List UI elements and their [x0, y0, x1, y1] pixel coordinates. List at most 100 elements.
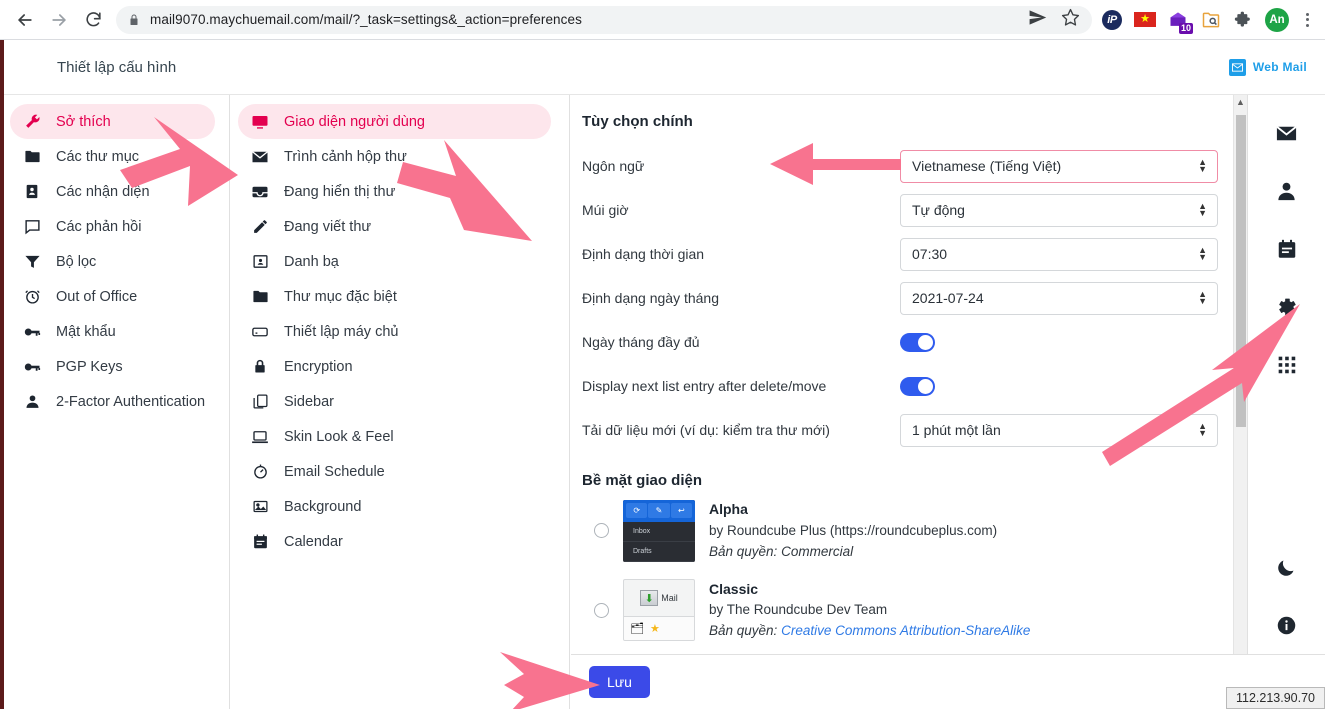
section-item-background[interactable]: Background [238, 489, 551, 524]
section-item-calendar[interactable]: Calendar [238, 524, 551, 559]
save-button[interactable]: Lưu [589, 666, 650, 698]
time-format-select[interactable]: 07:30 ▲ ▼ [900, 237, 1218, 271]
rail-item-mail[interactable] [1265, 111, 1309, 155]
section-item-label: Danh bạ [284, 253, 339, 270]
rail-item-contacts[interactable] [1265, 169, 1309, 213]
section-item-danh-ba[interactable]: Danh bạ [238, 244, 551, 279]
copy-panels-icon [250, 392, 270, 412]
avatar[interactable]: An [1265, 7, 1289, 32]
sidebar-item-mat-khau[interactable]: Mật khẩu [10, 314, 215, 349]
pretty-date-toggle[interactable] [900, 332, 935, 352]
skin-license: Bản quyền: Creative Commons Attribution-… [709, 623, 1031, 639]
skin-option-classic[interactable]: Mail 🗂★ Classic by The Roundcube Dev Tea… [582, 579, 1233, 643]
skin-radio[interactable] [594, 523, 609, 539]
section-item-label: Sidebar [284, 393, 334, 410]
skin-license-link[interactable]: Creative Commons Attribution-ShareAlike [781, 623, 1030, 638]
gear-icon [1279, 298, 1296, 315]
calendar-icon [250, 532, 270, 552]
forward-button[interactable] [42, 3, 76, 37]
chevron-updown-icon: ▲ ▼ [1198, 289, 1207, 306]
key-icon [22, 357, 42, 377]
section-item-giao-dien-nguoi-dung[interactable]: Giao diện người dùng [238, 104, 551, 139]
alpha-skin-thumbnail: ⟳ ✎ ↩ Inbox Drafts [623, 499, 695, 562]
sidebar-item-cac-phan-hoi[interactable]: Các phản hồi [10, 209, 215, 244]
section-item-dang-hien-thi-thu[interactable]: Đang hiển thị thư [238, 174, 551, 209]
rail-item-apps[interactable] [1265, 343, 1309, 387]
kebab-menu-icon[interactable] [1295, 12, 1319, 27]
server-icon [250, 322, 270, 342]
app-header: Thiết lập cấu hình Web Mail [4, 40, 1325, 95]
puzzle-extensions-icon[interactable] [1232, 8, 1256, 32]
language-select[interactable]: Vietnamese (Tiếng Việt) ▲ ▼ [900, 149, 1218, 183]
section-item-trinh-canh-hop-thu[interactable]: Trình cảnh hộp thư [238, 139, 551, 174]
field-row-refresh-interval: Tải dữ liệu mới (ví dụ: kiểm tra thư mới… [582, 408, 1233, 452]
skin-option-alpha[interactable]: ⟳ ✎ ↩ Inbox Drafts Alpha by Roundcube Plus… [582, 499, 1233, 563]
display-next-toggle[interactable] [900, 376, 935, 396]
sidebar-item-label: Sở thích [56, 113, 111, 130]
section-item-skin-look-feel[interactable]: Skin Look & Feel [238, 419, 551, 454]
star-icon[interactable] [1061, 8, 1080, 32]
rail-item-about[interactable] [1265, 603, 1309, 647]
extensions-row: iP ★ 10 An [1100, 7, 1295, 34]
vietnam-flag-extension-icon[interactable]: ★ [1133, 8, 1157, 32]
rail-item-settings[interactable] [1265, 285, 1309, 329]
field-label: Ngôn ngữ [582, 158, 645, 174]
wrench-icon [22, 112, 42, 132]
scrollbar-thumb[interactable] [1236, 115, 1246, 427]
section-item-email-schedule[interactable]: Email Schedule [238, 454, 551, 489]
sidebar-item-label: Out of Office [56, 288, 138, 305]
sidebar-item-so-thich[interactable]: Sở thích [10, 104, 215, 139]
rail-item-dark-mode[interactable] [1265, 545, 1309, 589]
field-row-timezone: Múi giờ Tự động ▲ ▼ [582, 188, 1233, 232]
section-item-thiet-lap-may-chu[interactable]: Thiết lập máy chủ [238, 314, 551, 349]
envelope-icon [1276, 125, 1297, 140]
address-bar[interactable]: mail9070.maychuemail.com/mail/?_task=set… [116, 5, 1092, 34]
thumb-label: Mail [661, 593, 678, 604]
sidebar-item-2-factor-authentication[interactable]: 2-Factor Authentication [10, 384, 215, 419]
timezone-select[interactable]: Tự động ▲ ▼ [900, 193, 1218, 227]
purple-badge-extension-icon[interactable]: 10 [1166, 8, 1193, 34]
share-send-icon[interactable] [1028, 8, 1047, 32]
scroll-up-arrow-icon[interactable]: ▲ [1236, 95, 1245, 109]
content-scrollbar[interactable]: ▲ ▼ [1233, 95, 1247, 709]
skin-radio[interactable] [594, 602, 609, 618]
refresh-interval-select[interactable]: 1 phút một lần ▲ ▼ [900, 413, 1218, 447]
sidebar-item-cac-thu-muc[interactable]: Các thư mục [10, 139, 215, 174]
section-item-encryption[interactable]: Encryption [238, 349, 551, 384]
skin-details: Alpha by Roundcube Plus (https://roundcu… [709, 499, 997, 563]
field-row-pretty-date: Ngày tháng đầy đủ [582, 320, 1233, 364]
reload-button[interactable] [76, 3, 110, 37]
field-label: Display next list entry after delete/mov… [582, 378, 827, 394]
select-value: 1 phút một lần [912, 422, 1001, 438]
sidebar-item-label: Các phản hồi [56, 218, 142, 235]
ip-extension-icon[interactable]: iP [1100, 8, 1124, 32]
contact-card-icon [250, 252, 270, 272]
footer-action-bar: Lưu [571, 654, 1325, 709]
webmail-brand[interactable]: Web Mail [1228, 58, 1307, 76]
section-item-dang-viet-thu[interactable]: Đang viết thư [238, 209, 551, 244]
skin-author: by Roundcube Plus (https://roundcubeplus… [709, 522, 998, 538]
folder-icon [250, 287, 270, 307]
scrollbar-track[interactable] [1234, 109, 1247, 695]
sidebar-item-out-of-office[interactable]: Out of Office [10, 279, 215, 314]
extension-badge-count: 10 [1178, 22, 1193, 34]
select-value: Vietnamese (Tiếng Việt) [912, 158, 1062, 174]
sidebar-item-pgp-keys[interactable]: PGP Keys [10, 349, 215, 384]
moon-icon [1278, 560, 1294, 576]
status-ip-tooltip: 112.213.90.70 [1225, 687, 1325, 709]
sidebar-item-bo-loc[interactable]: Bộ lọc [10, 244, 215, 279]
back-button[interactable] [8, 3, 42, 37]
section-item-sidebar[interactable]: Sidebar [238, 384, 551, 419]
rail-item-calendar[interactable] [1265, 227, 1309, 271]
field-label: Múi giờ [582, 202, 629, 218]
folder-icon [22, 147, 42, 167]
alarm-clock-icon [22, 287, 42, 307]
date-format-select[interactable]: 2021-07-24 ▲ ▼ [900, 281, 1218, 315]
sidebar-item-cac-nhan-dien[interactable]: Các nhận diện [10, 174, 215, 209]
screenshot-search-extension-icon[interactable] [1199, 8, 1223, 32]
section-item-thu-muc-dac-biet[interactable]: Thư mục đặc biệt [238, 279, 551, 314]
skin-license: Bản quyền: Commercial [709, 543, 854, 559]
section-item-label: Skin Look & Feel [284, 428, 394, 445]
preferences-content: Tùy chọn chính Ngôn ngữ Vietnamese (Tiến… [570, 95, 1247, 709]
forward-arrow-icon [52, 13, 66, 26]
